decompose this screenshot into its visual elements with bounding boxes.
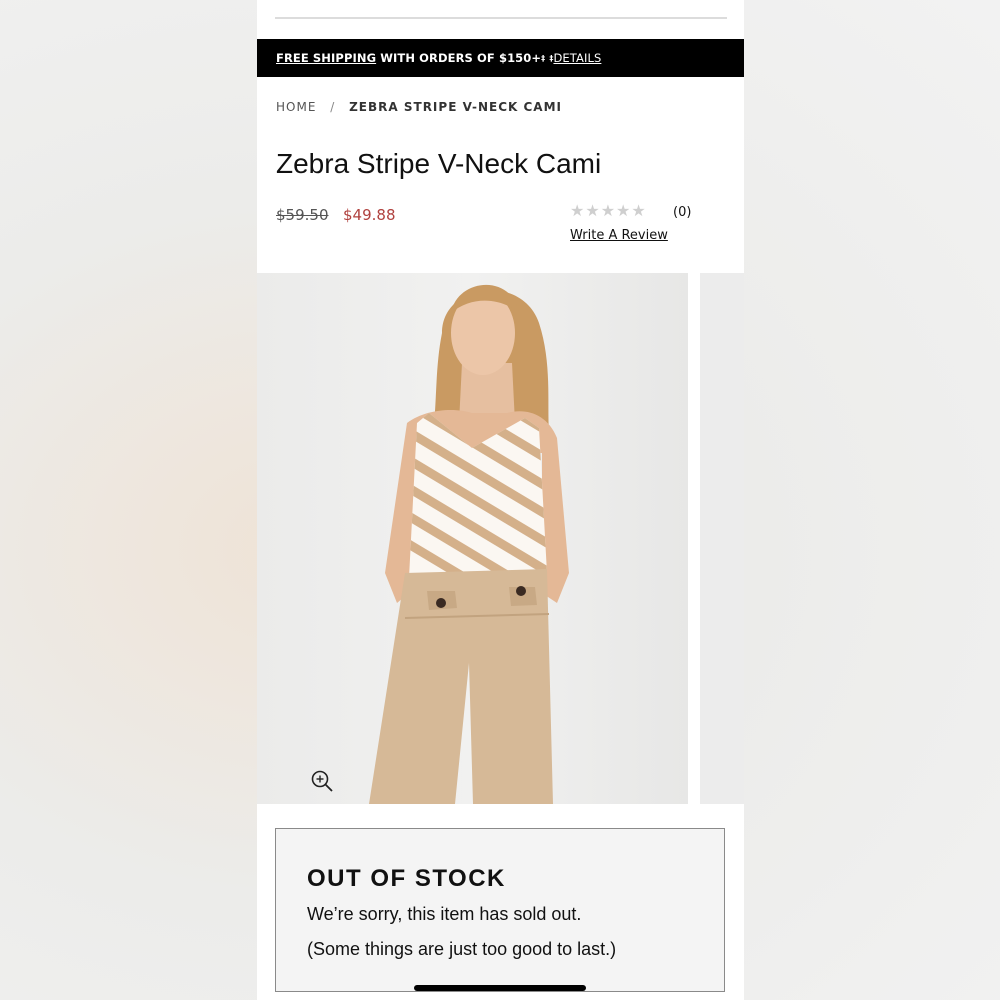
- details-link[interactable]: DETAILS: [553, 51, 601, 65]
- free-shipping-link[interactable]: FREE SHIPPING: [276, 51, 376, 65]
- product-image-gallery[interactable]: [257, 273, 744, 804]
- out-of-stock-panel: OUT OF STOCK We’re sorry, this item has …: [275, 828, 725, 992]
- sold-out-submessage: (Some things are just too good to last.): [307, 939, 617, 959]
- home-indicator[interactable]: [414, 985, 586, 991]
- breadcrumb-current: ZEBRA STRIPE V-NECK CAMI: [349, 100, 562, 114]
- zoom-in-icon[interactable]: [310, 769, 334, 793]
- breadcrumb-home[interactable]: HOME: [276, 100, 316, 114]
- sold-out-message: We’re sorry, this item has sold out.: [307, 904, 582, 924]
- product-page: FREE SHIPPING WITH ORDERS OF $150+ ‡ ‡ DET…: [257, 0, 744, 1000]
- promo-text: WITH ORDERS OF $150+: [376, 51, 542, 65]
- rating-stars-icon: ★★★★★: [570, 201, 647, 220]
- header-divider: [275, 17, 727, 19]
- breadcrumb: HOME / ZEBRA STRIPE V-NECK CAMI: [276, 100, 562, 114]
- out-of-stock-title: OUT OF STOCK: [307, 865, 506, 892]
- sale-price: $49.88: [343, 206, 396, 224]
- original-price: $59.50: [276, 206, 329, 224]
- product-photo[interactable]: [257, 273, 688, 804]
- next-product-photo[interactable]: [700, 273, 744, 804]
- model-illustration: [369, 284, 569, 804]
- breadcrumb-separator: /: [330, 100, 336, 114]
- review-count: (0): [673, 205, 692, 220]
- promo-banner: FREE SHIPPING WITH ORDERS OF $150+ ‡ ‡ DET…: [257, 39, 744, 77]
- write-review-link[interactable]: Write A Review: [570, 228, 668, 243]
- product-title: Zebra Stripe V-Neck Cami: [276, 148, 602, 179]
